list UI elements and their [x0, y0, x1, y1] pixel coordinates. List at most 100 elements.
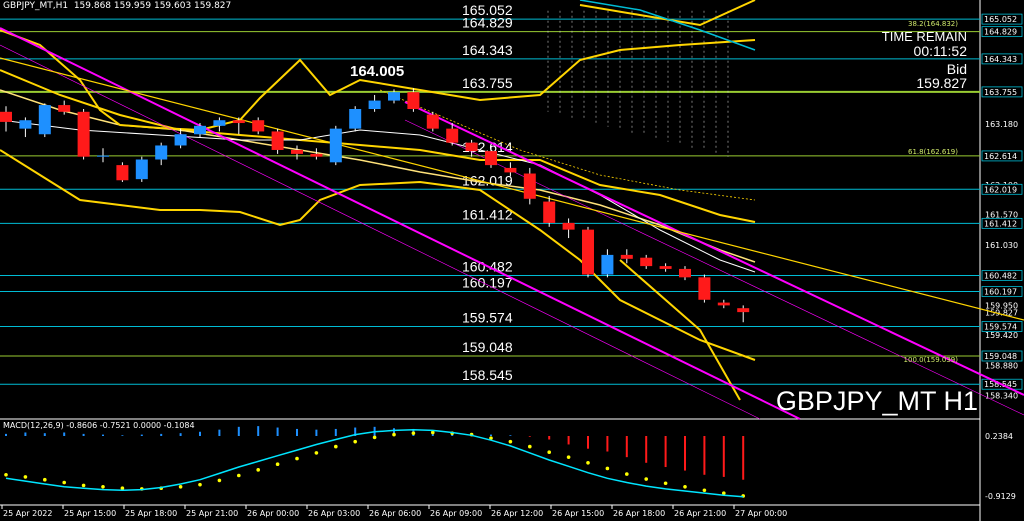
macd-signal-dot	[62, 480, 66, 485]
macd-signal-dot	[353, 439, 358, 444]
price-tag-label: 161.412	[984, 219, 1017, 228]
candle-body	[388, 92, 400, 101]
candle-body	[698, 277, 711, 300]
price-tag-label: 160.197	[984, 288, 1017, 297]
candle-body	[465, 142, 478, 152]
candle-body	[19, 120, 32, 129]
price-tick-label: 159.827	[985, 308, 1018, 317]
chart-header: GBPJPY_MT,H1 159.868 159.959 159.603 159…	[3, 1, 231, 11]
macd-signal-dot	[508, 439, 513, 444]
macd-header: MACD(12,26,9) -0.8606 -0.7521 0.0000 -0.…	[3, 421, 195, 430]
level-label: 158.545	[462, 367, 513, 383]
time-remain-label: TIME REMAIN	[881, 29, 967, 44]
candle-body	[135, 159, 148, 180]
macd-signal-dot	[314, 451, 319, 455]
band-lower	[0, 149, 756, 361]
candle-body	[97, 155, 109, 157]
candle-body	[485, 151, 497, 166]
candle-body	[174, 134, 187, 146]
price-tag-label: 159.574	[984, 322, 1017, 331]
candle-body	[368, 100, 381, 109]
macd-signal-dot	[217, 478, 222, 483]
header-symbol: GBPJPY_MT,H1	[3, 1, 69, 11]
candle-body	[582, 229, 594, 275]
candle-body	[329, 128, 342, 163]
macd-signal-dot	[702, 488, 707, 493]
candle-body	[562, 222, 575, 230]
header-ohlc: 159.868 159.959 159.603 159.827	[73, 1, 232, 11]
level-label: 161.412	[462, 206, 513, 222]
price-tag-label: 162.019	[984, 185, 1017, 194]
macd-signal-dot	[566, 455, 571, 459]
price-tag-label: 162.614	[984, 152, 1017, 161]
candle-body	[77, 111, 90, 157]
macd-signal-dot	[4, 472, 8, 477]
peak-label: 164.005	[350, 63, 404, 80]
macd-signal-dot	[198, 482, 202, 487]
candle-body	[213, 120, 226, 126]
candle-body	[349, 109, 362, 129]
time-tick-label: 25 Apr 21:00	[186, 509, 238, 518]
time-tick-label: 25 Apr 2022	[3, 509, 52, 518]
price-tag-label: 164.829	[984, 28, 1017, 37]
level-label: 159.048	[462, 339, 513, 355]
candle-body	[407, 92, 420, 109]
candle-body	[116, 165, 129, 181]
price-tag-label: 165.052	[984, 15, 1017, 24]
price-tick-label: 159.420	[985, 331, 1018, 340]
candle-body	[0, 111, 12, 122]
macd-signal-dot	[372, 435, 377, 440]
price-tag-label: 159.048	[984, 352, 1017, 361]
macd-signal-dot	[605, 466, 610, 471]
macd-signal-dot	[683, 484, 687, 489]
ema-line	[0, 119, 756, 273]
macd-signal-dot	[81, 483, 86, 488]
level-label: 164.829	[462, 15, 513, 31]
macd-signal-dot	[120, 486, 125, 490]
macd-signal-dot	[256, 468, 261, 472]
ma-line	[0, 89, 756, 263]
time-tick-label: 25 Apr 15:00	[64, 509, 116, 518]
level-label: 159.574	[462, 309, 513, 325]
candle-body	[310, 153, 323, 157]
macd-signal-dot	[392, 432, 396, 437]
macd-signal-dot	[411, 431, 416, 435]
time-remain-value: 00:11:52	[913, 43, 967, 59]
time-tick-label: 26 Apr 03:00	[308, 509, 360, 518]
price-tick-label: 161.030	[985, 241, 1018, 250]
macd-signal-dot	[625, 472, 629, 476]
time-tick-label: 26 Apr 09:00	[430, 509, 482, 518]
fib-annotation-382: 38.2(164.832)	[908, 20, 958, 28]
price-tag-label: 163.755	[984, 88, 1017, 97]
candle-body	[543, 201, 556, 223]
price-tag-label: 160.482	[984, 272, 1017, 281]
price-tag-label: 164.343	[984, 55, 1017, 64]
macd-signal-dot	[334, 444, 338, 449]
macd-signal-dot	[586, 461, 590, 465]
candle-body	[601, 254, 614, 275]
candle-body	[523, 173, 536, 199]
macd-signal-dot	[101, 484, 105, 489]
macd-signal-dot	[528, 444, 532, 449]
candle-body	[737, 308, 750, 313]
fib-annotation-618: 61.8(162.619)	[908, 148, 958, 156]
macd-signal-dot	[23, 475, 28, 479]
candle-body	[717, 302, 730, 306]
macd-signal-dot	[644, 477, 648, 481]
price-chart[interactable]: 165.052 164.829 164.343 163.755 162.614 162.0…	[0, 0, 1024, 521]
candle-body	[640, 257, 653, 267]
macd-axis-bottom: -0.9129	[985, 492, 1016, 501]
level-label: 164.343	[462, 42, 513, 58]
price-tick-label: 158.340	[985, 392, 1018, 401]
candle-body	[620, 254, 633, 259]
time-tick-label: 26 Apr 18:00	[613, 509, 665, 518]
macd-axis-top: 0.2384	[985, 432, 1013, 441]
macd-signal-dot	[237, 473, 241, 478]
macd-signal-dot	[275, 462, 280, 467]
candle-body	[252, 120, 265, 132]
candle-body	[446, 128, 459, 143]
macd-signal-dot	[547, 450, 551, 455]
candle-body	[291, 149, 303, 154]
bid-label: Bid	[946, 61, 967, 77]
time-tick-label: 26 Apr 06:00	[369, 509, 421, 518]
